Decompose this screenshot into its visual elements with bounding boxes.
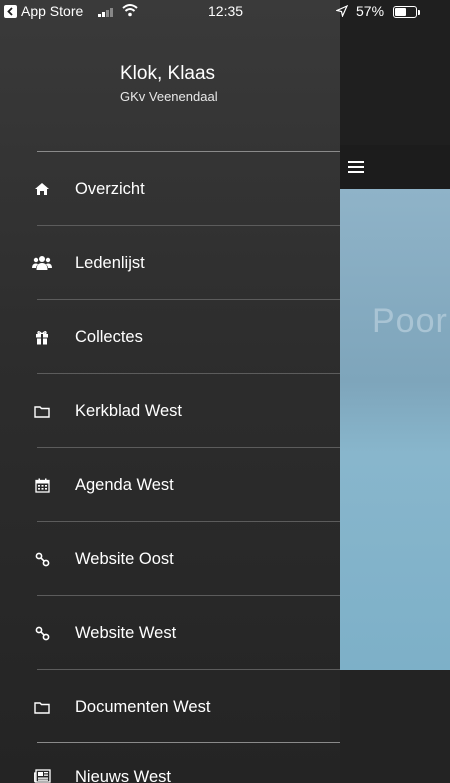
signal-icon <box>98 7 113 17</box>
back-arrow-icon[interactable] <box>4 5 17 18</box>
menu-item-documenten-west[interactable]: Documenten West <box>0 670 340 744</box>
menu-item-collectes[interactable]: Collectes <box>0 300 340 374</box>
menu-item-website-oost[interactable]: Website Oost <box>0 522 340 596</box>
navigation-drawer: Klok, Klaas GKv Veenendaal Overzicht Led… <box>0 0 343 783</box>
menu-item-overzicht[interactable]: Overzicht <box>0 152 340 226</box>
link-icon <box>32 549 52 569</box>
menu-item-kerkblad-west[interactable]: Kerkblad West <box>0 374 340 448</box>
content-toolbar <box>340 145 450 189</box>
main-content-peek[interactable]: Poor <box>340 145 450 670</box>
clock: 12:35 <box>208 3 244 19</box>
link-icon <box>32 623 52 643</box>
hero-text: Poor <box>372 302 448 340</box>
battery-percentage: 57% <box>356 3 385 19</box>
menu-item-label: Documenten West <box>75 697 211 716</box>
menu-item-label: Website West <box>75 623 177 642</box>
menu-item-label: Ledenlijst <box>75 253 145 272</box>
back-to-app-label[interactable]: App Store <box>21 3 83 19</box>
menu-item-label: Overzicht <box>75 179 145 198</box>
menu-item-label: Agenda West <box>75 475 174 494</box>
home-icon <box>32 179 52 199</box>
profile-organization: GKv Veenendaal <box>120 89 218 104</box>
menu-item-label: Collectes <box>75 327 143 346</box>
battery-icon <box>393 6 420 18</box>
wifi-icon <box>122 3 138 20</box>
profile-name: Klok, Klaas <box>120 63 216 84</box>
folder-icon <box>32 401 52 421</box>
menu-item-ledenlijst[interactable]: Ledenlijst <box>0 226 340 300</box>
newspaper-icon <box>32 766 52 783</box>
divider <box>37 742 343 743</box>
profile-header[interactable]: Klok, Klaas GKv Veenendaal <box>120 63 218 104</box>
gift-icon <box>32 327 52 347</box>
hero-banner: Poor <box>340 189 450 670</box>
drawer-menu: Overzicht Ledenlijst Collectes Kerkblad … <box>0 152 340 744</box>
menu-item-nieuws-west[interactable]: Nieuws West <box>0 758 340 783</box>
calendar-icon <box>32 475 52 495</box>
content-background <box>340 670 450 783</box>
menu-item-label: Nieuws West <box>75 768 171 783</box>
menu-item-website-west[interactable]: Website West <box>0 596 340 670</box>
menu-item-agenda-west[interactable]: Agenda West <box>0 448 340 522</box>
location-arrow-icon <box>335 4 349 20</box>
menu-item-label: Kerkblad West <box>75 401 182 420</box>
hamburger-menu-icon[interactable] <box>348 161 364 173</box>
status-bar: App Store 12:35 57% <box>0 0 450 24</box>
folder-icon <box>32 697 52 717</box>
menu-item-label: Website Oost <box>75 549 174 568</box>
users-icon <box>32 253 52 273</box>
